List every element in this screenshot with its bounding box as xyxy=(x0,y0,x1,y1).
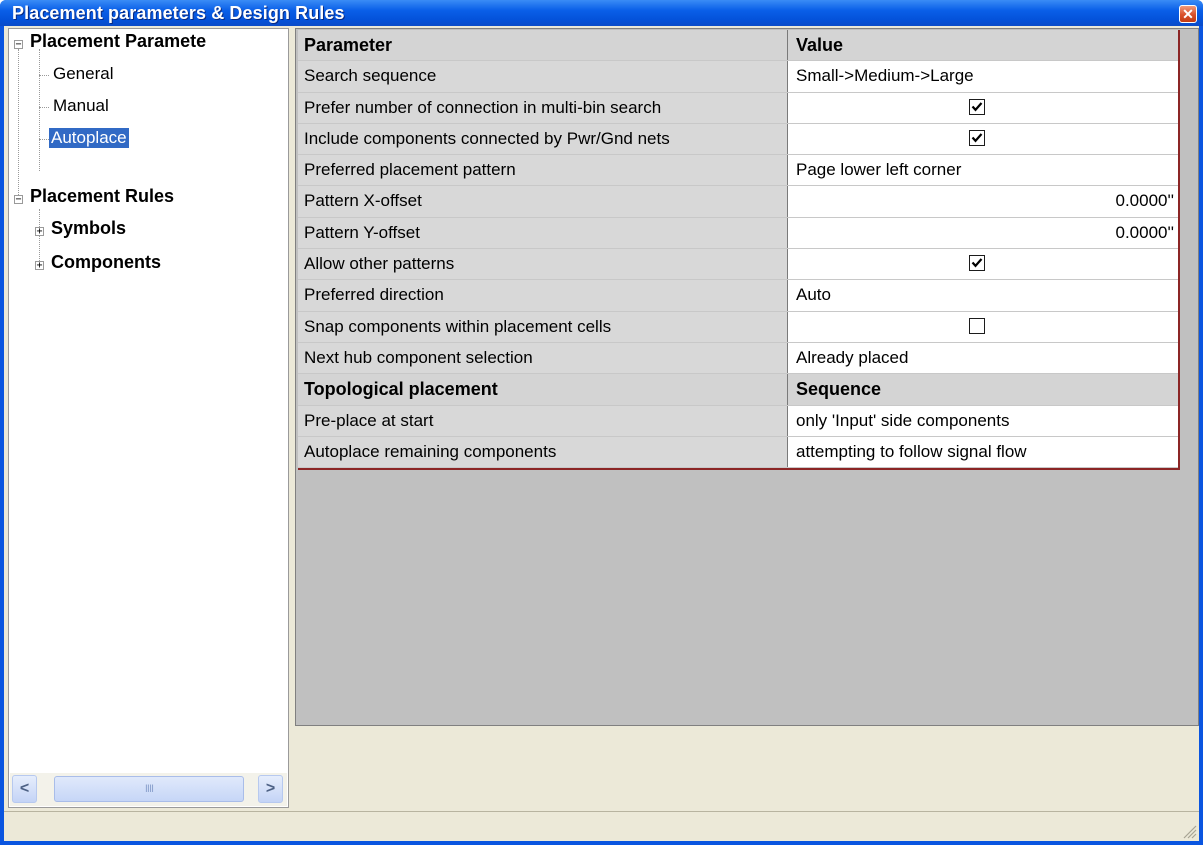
tree-item-autoplace[interactable]: Autoplace xyxy=(48,127,130,149)
parameter-name: Prefer number of connection in multi-bin… xyxy=(298,92,788,123)
parameter-value[interactable]: 0.0000'' xyxy=(788,217,1178,249)
grid-header-row: Topological placement Sequence xyxy=(298,374,1178,406)
grid-row[interactable]: Autoplace remaining components attempting… xyxy=(298,436,1178,469)
parameter-name: Autoplace remaining components xyxy=(298,436,788,468)
title-bar[interactable]: Placement parameters & Design Rules ✕ xyxy=(0,0,1203,26)
parameter-name: Preferred placement pattern xyxy=(298,155,788,186)
close-button[interactable]: ✕ xyxy=(1179,5,1197,23)
parameter-name: Next hub component selection xyxy=(298,342,788,374)
grid-header-row: Parameter Value xyxy=(298,30,1178,62)
expand-icon[interactable]: + xyxy=(35,227,44,237)
tree-horizontal-scrollbar[interactable]: < IIII > xyxy=(10,773,287,806)
tree-node-components[interactable]: Components xyxy=(51,252,161,273)
parameter-value[interactable] xyxy=(788,311,1178,342)
parameter-value[interactable]: Small->Medium->Large xyxy=(788,61,1178,92)
parameter-value[interactable]: 0.0000'' xyxy=(788,186,1178,217)
rules-tree[interactable]: − Placement Paramete General Manual Auto… xyxy=(8,28,289,808)
grid-row[interactable]: Pattern X-offset 0.0000'' xyxy=(298,186,1178,218)
grid-row[interactable]: Snap components within placement cells xyxy=(298,311,1178,343)
status-bar xyxy=(4,811,1199,841)
parameter-value[interactable] xyxy=(788,249,1178,280)
checkbox[interactable] xyxy=(969,98,985,115)
parameter-value[interactable]: Already placed xyxy=(788,342,1178,374)
chevron-right-icon: > xyxy=(265,780,276,797)
parameter-name: Search sequence xyxy=(298,61,788,92)
tree-connector xyxy=(18,49,19,199)
grid-row[interactable]: Preferred direction Auto xyxy=(298,280,1178,312)
parameter-name: Snap components within placement cells xyxy=(298,311,788,342)
parameter-value[interactable]: Page lower left corner xyxy=(788,155,1178,186)
parameter-name: Pre-place at start xyxy=(298,405,788,436)
grid-header-value: Sequence xyxy=(788,374,1178,405)
grid-row[interactable]: Prefer number of connection in multi-bin… xyxy=(298,92,1178,124)
checkbox[interactable] xyxy=(969,317,985,334)
parameter-value[interactable]: attempting to follow signal flow xyxy=(788,436,1178,468)
collapse-icon[interactable]: − xyxy=(14,40,23,50)
grid-row[interactable]: Next hub component selection Already plac… xyxy=(298,342,1178,375)
parameter-name: Pattern X-offset xyxy=(298,186,788,217)
close-icon: ✕ xyxy=(1182,6,1194,22)
parameter-name: Preferred direction xyxy=(298,280,788,311)
grid-row[interactable]: Pre-place at start only 'Input' side comp… xyxy=(298,405,1178,437)
tree-connector xyxy=(39,49,40,171)
grip-icon: IIII xyxy=(144,783,154,795)
checkbox[interactable] xyxy=(969,255,985,272)
grid-row[interactable]: Search sequence Small->Medium->Large xyxy=(298,61,1178,93)
grid-header-parameter: Topological placement xyxy=(298,374,788,405)
checkmark-icon xyxy=(971,258,983,268)
expand-icon[interactable]: + xyxy=(35,261,44,271)
tree-item-general[interactable]: General xyxy=(51,64,115,84)
parameter-name: Allow other patterns xyxy=(298,249,788,280)
grid-row[interactable]: Pattern Y-offset 0.0000'' xyxy=(298,217,1178,250)
parameter-name: Include components connected by Pwr/Gnd … xyxy=(298,123,788,155)
scroll-left-button[interactable]: < xyxy=(12,775,37,803)
parameter-value[interactable]: Auto xyxy=(788,280,1178,311)
parameter-grid: Parameter Value Search sequence Small->Medi… xyxy=(295,28,1199,726)
scroll-right-button[interactable]: > xyxy=(258,775,283,803)
collapse-icon[interactable]: − xyxy=(14,195,23,205)
parameter-value[interactable] xyxy=(788,123,1178,155)
dialog-body: − Placement Paramete General Manual Auto… xyxy=(4,26,1199,841)
tree-connector xyxy=(39,75,49,76)
grid-row[interactable]: Preferred placement pattern Page lower le… xyxy=(298,155,1178,187)
tree-node-placement-parameters[interactable]: Placement Paramete xyxy=(30,31,206,52)
tree-connector xyxy=(39,139,49,140)
parameter-table: Parameter Value Search sequence Small->Medi… xyxy=(298,30,1180,471)
checkbox[interactable] xyxy=(969,129,985,146)
tree-node-symbols[interactable]: Symbols xyxy=(51,218,126,239)
grid-row[interactable]: Allow other patterns xyxy=(298,249,1178,281)
grid-row[interactable]: Include components connected by Pwr/Gnd … xyxy=(298,123,1178,156)
parameter-name: Pattern Y-offset xyxy=(298,217,788,249)
resize-grip-icon[interactable] xyxy=(1179,821,1197,839)
grid-header-value: Value xyxy=(788,30,1178,61)
checkmark-icon xyxy=(971,133,983,143)
dialog-window: Placement parameters & Design Rules ✕ − … xyxy=(0,0,1203,845)
parameter-value[interactable]: only 'Input' side components xyxy=(788,405,1178,436)
grid-header-parameter: Parameter xyxy=(298,30,788,61)
window-title: Placement parameters & Design Rules xyxy=(12,3,345,23)
checkmark-icon xyxy=(971,101,983,112)
chevron-left-icon: < xyxy=(19,780,30,797)
tree-item-manual[interactable]: Manual xyxy=(51,96,111,116)
parameter-value[interactable] xyxy=(788,92,1178,123)
tree-connector xyxy=(39,107,49,108)
scrollbar-thumb[interactable]: IIII xyxy=(54,776,244,802)
tree-node-placement-rules[interactable]: Placement Rules xyxy=(30,186,174,207)
